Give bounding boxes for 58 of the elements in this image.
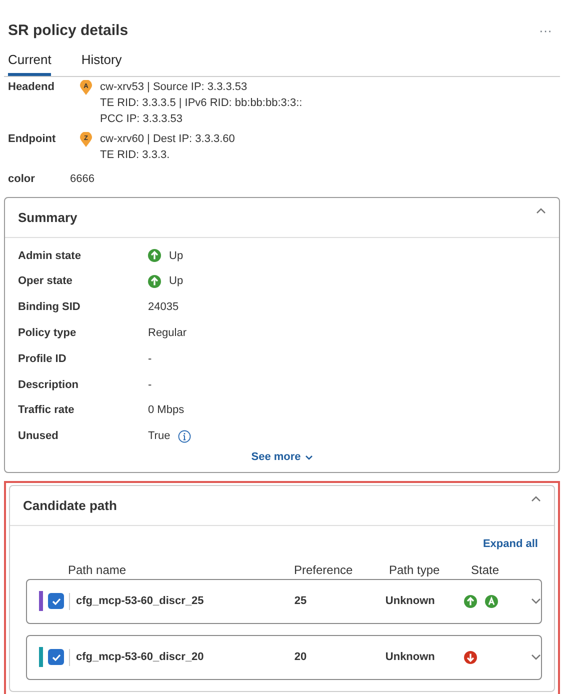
column-header: Path type xyxy=(389,562,441,579)
see-more-link[interactable]: See more xyxy=(251,449,313,466)
field-value: 24035 xyxy=(148,300,179,316)
table-cell-text: Unknown xyxy=(385,594,436,610)
tab[interactable]: History xyxy=(81,50,122,76)
field-label: Unused xyxy=(18,429,60,444)
table-cell-text: Unknown xyxy=(385,650,436,666)
field-value: True xyxy=(148,429,170,444)
column-header: Preference xyxy=(294,562,354,579)
table-cell-text: 25 xyxy=(294,594,308,610)
more-menu-button[interactable]: ··· xyxy=(539,21,552,41)
table-cell: cfg_mcp-53-60_discr_25 xyxy=(69,593,294,610)
collapse-chevron-icon[interactable] xyxy=(531,496,541,502)
field-label: Binding SID xyxy=(18,300,82,316)
field-value: cw-xrv60 | Dest IP: 3.3.3.60 xyxy=(100,132,235,146)
panel-title: SR policy details xyxy=(8,20,128,41)
table-cell-text: 20 xyxy=(294,650,308,666)
panel-heading: Candidate path xyxy=(23,496,117,515)
field-label: Oper state xyxy=(18,274,74,290)
field-value: - xyxy=(148,378,152,393)
check-icon xyxy=(52,598,60,605)
column-header: State xyxy=(471,562,500,579)
checkbox[interactable] xyxy=(48,649,64,666)
field-value: 0 Mbps xyxy=(148,403,184,418)
up-arrow-icon xyxy=(148,275,161,288)
expand-chevron-icon[interactable] xyxy=(531,654,541,660)
check-icon xyxy=(52,654,60,661)
field-label: Profile ID xyxy=(18,352,68,367)
tab[interactable]: Current xyxy=(8,50,52,76)
field-label: Description xyxy=(18,378,80,393)
expand-all-link[interactable]: Expand all xyxy=(482,536,538,553)
column-header: Path name xyxy=(68,562,128,579)
field-value: TE RID: 3.3.3.5 | IPv6 RID: bb:bb:bb:3:3:: xyxy=(100,96,302,110)
field-value: Up xyxy=(169,248,184,264)
panel-heading: Summary xyxy=(18,208,78,227)
field-label: Policy type xyxy=(18,326,78,342)
field-value: - xyxy=(148,352,152,367)
field-value: PCC IP: 3.3.3.53 xyxy=(100,112,184,126)
collapse-chevron-icon[interactable] xyxy=(536,208,546,214)
field-value: Regular xyxy=(148,326,187,342)
field-label: Endpoint xyxy=(8,132,57,146)
expand-chevron-icon[interactable] xyxy=(531,598,541,604)
field-value: TE RID: 3.3.3. xyxy=(100,148,171,162)
caret-icon xyxy=(304,455,313,460)
field-value: 6666 xyxy=(70,172,94,188)
field-label: Admin state xyxy=(18,248,82,264)
field-label: Traffic rate xyxy=(18,403,76,418)
info-icon xyxy=(178,430,192,443)
up-arrow-icon xyxy=(148,249,161,262)
down-arrow-icon xyxy=(464,650,477,664)
field-label: Headend xyxy=(8,80,56,94)
letter-a-icon xyxy=(484,594,498,608)
field-label: color xyxy=(8,172,36,188)
field-value: Up xyxy=(169,274,184,290)
checkbox[interactable] xyxy=(48,593,64,610)
table-cell: cfg_mcp-53-60_discr_20 xyxy=(69,649,294,666)
up-arrow-icon xyxy=(464,594,477,608)
field-value: cw-xrv53 | Source IP: 3.3.3.53 xyxy=(100,80,248,94)
